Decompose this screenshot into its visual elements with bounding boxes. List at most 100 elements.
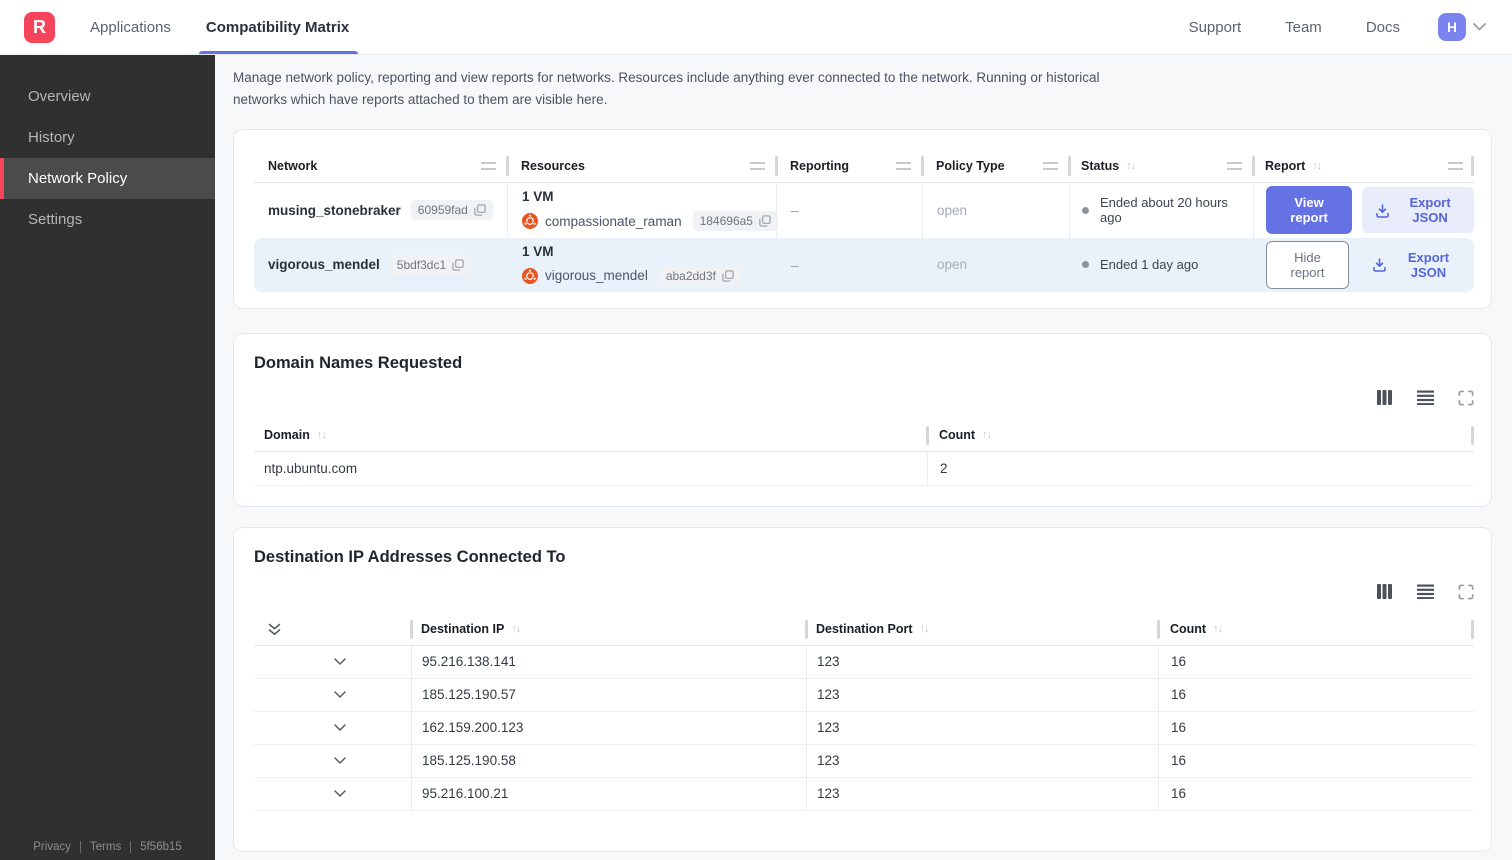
column-header-count[interactable]: Count ↑↓ [1157, 614, 1474, 645]
column-header-network[interactable]: Network [254, 150, 507, 182]
count-cell: 16 [1158, 678, 1474, 711]
column-header-status[interactable]: Status ↑↓ [1068, 150, 1253, 182]
policy-type-cell: open [922, 237, 1069, 292]
sidebar-item-network-policy[interactable]: Network Policy [0, 158, 215, 199]
copy-icon[interactable] [452, 258, 464, 271]
resource-id: 184696a5 [699, 214, 753, 229]
destination-row: 95.216.100.21 123 16 [254, 777, 1474, 811]
destination-port-cell: 123 [806, 711, 1158, 744]
column-resize-handle[interactable] [896, 161, 911, 170]
destinations-card-title: Destination IP Addresses Connected To [254, 547, 566, 566]
fullscreen-icon[interactable] [1458, 584, 1474, 600]
ubuntu-icon [522, 267, 538, 284]
destination-port-cell: 123 [806, 777, 1158, 810]
destinations-table-header: Destination IP ↑↓ Destination Port ↑↓ Co… [254, 614, 1474, 646]
destination-ip-cell: 162.159.200.123 [411, 711, 806, 744]
copy-icon[interactable] [722, 269, 734, 282]
column-label: Count [1170, 622, 1207, 637]
sidebar-item-overview[interactable]: Overview [0, 76, 215, 117]
tab-applications[interactable]: Applications [90, 0, 171, 54]
nav-link-docs[interactable]: Docs [1366, 19, 1400, 36]
export-json-button[interactable]: Export JSON [1362, 187, 1474, 234]
nav-link-support[interactable]: Support [1189, 19, 1242, 36]
footer-divider [79, 841, 81, 853]
destination-ip-cell: 185.125.190.57 [411, 678, 806, 711]
nav-link-team[interactable]: Team [1285, 19, 1322, 36]
column-resize-handle[interactable] [1043, 161, 1058, 170]
policy-type-value: open [937, 257, 968, 273]
sort-icon[interactable]: ↑↓ [982, 429, 992, 441]
columns-icon[interactable] [1376, 584, 1393, 600]
column-header-resources[interactable]: Resources [506, 150, 776, 182]
column-header-destination-port[interactable]: Destination Port ↑↓ [805, 614, 1158, 645]
rows-icon[interactable] [1417, 390, 1434, 406]
domain-cell: ntp.ubuntu.com [264, 460, 358, 476]
navbar-left: R Applications Compatibility Matrix [24, 0, 384, 54]
status-cell: Ended about 20 hours ago [1069, 182, 1253, 238]
vm-count: 1 VM [522, 189, 554, 205]
chevron-down-icon[interactable] [333, 789, 346, 798]
column-header-count[interactable]: Count ↑↓ [926, 420, 1474, 451]
sidebar-item-settings[interactable]: Settings [0, 199, 215, 240]
expand-all-header[interactable] [254, 614, 411, 645]
column-resize-handle[interactable] [1448, 161, 1463, 170]
network-name-cell: musing_stonebraker 60959fad [254, 183, 507, 238]
column-resize-handle[interactable] [750, 161, 765, 170]
tab-compatibility-matrix[interactable]: Compatibility Matrix [198, 0, 359, 54]
sort-icon[interactable]: ↑↓ [1312, 160, 1322, 172]
chevron-down-icon[interactable] [333, 657, 346, 666]
column-resize-handle[interactable] [1227, 161, 1242, 170]
count-cell: 16 [1158, 744, 1474, 777]
resource-id-badge: 184696a5 [692, 211, 778, 232]
column-resize-handle[interactable] [481, 161, 496, 170]
column-header-domain[interactable]: Domain ↑↓ [254, 420, 927, 451]
avatar[interactable]: H [1438, 13, 1466, 41]
export-json-label: Export JSON [1407, 249, 1450, 280]
column-header-report[interactable]: Report ↑↓ [1252, 150, 1474, 182]
build-version: 5f56b15 [140, 841, 182, 853]
column-header-reporting[interactable]: Reporting [775, 150, 922, 182]
chevron-down-icon[interactable] [333, 690, 346, 699]
column-header-destination-ip[interactable]: Destination IP ↑↓ [410, 614, 806, 645]
network-row-vigorous-mendel: vigorous_mendel 5bdf3dc1 1 VM vigorous_m [254, 237, 1474, 292]
column-header-policy-type[interactable]: Policy Type [921, 150, 1069, 182]
sort-icon[interactable]: ↑↓ [1126, 160, 1136, 172]
double-chevron-down-icon[interactable] [268, 623, 281, 636]
chevron-down-icon[interactable] [333, 723, 346, 732]
sort-icon[interactable]: ↑↓ [317, 429, 327, 441]
resource-name: vigorous_mendel [545, 268, 648, 284]
status-text: Ended about 20 hours ago [1100, 195, 1228, 226]
reporting-value: – [791, 256, 799, 273]
network-name: vigorous_mendel [268, 257, 380, 273]
copy-icon[interactable] [759, 215, 771, 227]
sort-icon[interactable]: ↑↓ [1213, 623, 1223, 635]
view-report-button[interactable]: View report [1266, 186, 1353, 235]
chevron-down-icon[interactable] [333, 756, 346, 765]
copy-icon[interactable] [474, 204, 486, 216]
destination-row: 95.216.138.141 123 16 [254, 645, 1474, 679]
terms-link[interactable]: Terms [90, 841, 121, 853]
column-label: Reporting [790, 158, 850, 173]
navbar-right: Support Team Docs H [1145, 13, 1486, 41]
columns-icon[interactable] [1376, 390, 1393, 406]
domain-row: ntp.ubuntu.com 2 [254, 451, 1474, 486]
fullscreen-icon[interactable] [1458, 390, 1474, 406]
sort-icon[interactable]: ↑↓ [920, 623, 930, 635]
sidebar-item-history[interactable]: History [0, 117, 215, 158]
export-json-button[interactable]: Export JSON [1359, 242, 1474, 288]
destination-port-cell: 123 [806, 678, 1158, 711]
column-label: Policy Type [936, 158, 1005, 173]
destination-row: 185.125.190.58 123 16 [254, 744, 1474, 778]
resource-id: aba2dd3f [665, 268, 716, 283]
download-icon [1372, 257, 1387, 272]
rows-icon[interactable] [1417, 584, 1434, 600]
ubuntu-icon [522, 213, 538, 230]
hide-report-button[interactable]: Hide report [1266, 240, 1349, 289]
privacy-link[interactable]: Privacy [33, 841, 71, 853]
export-json-label: Export JSON [1409, 195, 1451, 226]
sort-icon[interactable]: ↑↓ [511, 623, 521, 635]
user-menu[interactable]: H [1438, 13, 1486, 41]
table-toolbar [254, 390, 1474, 406]
page-description: Manage network policy, reporting and vie… [233, 70, 1100, 108]
app-logo[interactable]: R [24, 11, 55, 43]
